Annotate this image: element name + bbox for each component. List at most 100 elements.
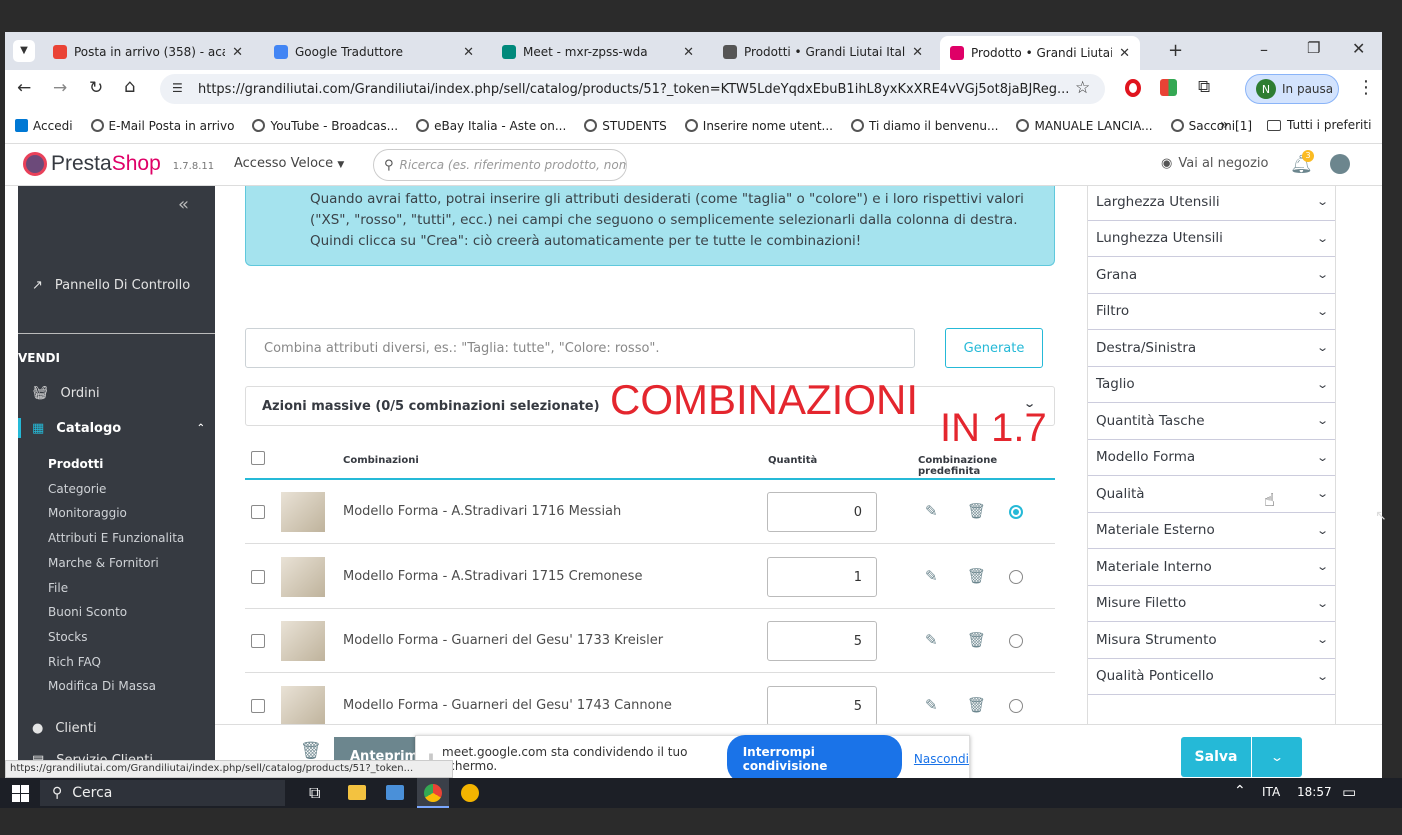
sidebar-subitem[interactable]: Prodotti	[48, 457, 103, 471]
pencil-icon[interactable]: ✎	[925, 631, 938, 649]
trash-icon[interactable]: 🗑︎	[967, 631, 986, 649]
bookmark-item[interactable]: Sacconi[1]	[1170, 119, 1252, 133]
puzzle-icon[interactable]: ⧉	[1198, 77, 1210, 97]
feature-dropdown[interactable]: Materiale Esterno ⌄	[1088, 513, 1335, 549]
opera-extension-icon[interactable]	[1125, 79, 1141, 97]
sidebar-subitem[interactable]: Monitoraggio	[48, 506, 127, 520]
forward-icon[interactable]: →	[53, 78, 67, 98]
save-options-dropdown[interactable]: ⌄	[1252, 737, 1302, 777]
site-info-icon[interactable]: ☰	[172, 81, 183, 95]
bookmark-item[interactable]: YouTube - Broadcas...	[252, 119, 398, 133]
tab-4[interactable]: Prodotti • Grandi Liutai Italia ✕	[713, 38, 933, 66]
feature-dropdown[interactable]: Grana ⌄	[1088, 257, 1335, 294]
feature-dropdown[interactable]: Quantità Tasche ⌄	[1088, 403, 1335, 440]
row-checkbox[interactable]	[251, 634, 265, 648]
bookmark-item[interactable]: Accedi	[15, 119, 73, 133]
chrome-icon[interactable]	[417, 778, 449, 808]
feature-dropdown[interactable]: Qualità Ponticello ⌄	[1088, 659, 1335, 695]
row-checkbox[interactable]	[251, 698, 265, 713]
sidebar-subitem[interactable]: Categorie	[48, 482, 106, 496]
tab-search-button[interactable]: ▼	[13, 40, 35, 62]
monitor-icon[interactable]	[386, 785, 404, 800]
home-icon[interactable]: ⌂	[124, 76, 135, 97]
app-icon[interactable]	[461, 784, 479, 802]
trash-icon[interactable]: 🗑︎	[300, 741, 322, 761]
tray-chevron-icon[interactable]: ⌃	[1234, 783, 1246, 799]
pencil-icon[interactable]: ✎	[925, 567, 938, 585]
attribute-combine-input[interactable]: Combina attributi diversi, es.: "Taglia:…	[245, 328, 915, 368]
quick-access-dropdown[interactable]: Accesso Veloce ▼	[234, 156, 344, 171]
default-radio[interactable]	[1009, 634, 1023, 648]
menu-icon[interactable]: ⋮	[1357, 77, 1375, 98]
account-icon[interactable]	[1330, 154, 1350, 174]
sidebar-subitem[interactable]: Modifica Di Massa	[48, 679, 156, 693]
sidebar-subitem[interactable]: Stocks	[48, 630, 87, 644]
close-window-button[interactable]: ✕	[1352, 39, 1365, 58]
task-view-icon[interactable]: ⧉	[309, 783, 320, 803]
bookmark-item[interactable]: STUDENTS	[584, 119, 667, 133]
pencil-icon[interactable]: ✎	[925, 696, 938, 714]
feature-dropdown[interactable]: Modello Forma ⌄	[1088, 440, 1335, 476]
bookmark-item[interactable]: MANUALE LANCIA...	[1016, 119, 1153, 133]
hide-link[interactable]: Nascondi	[914, 752, 969, 766]
feature-dropdown[interactable]: Taglio ⌄	[1088, 367, 1335, 403]
header-search[interactable]: ⚲ Ricerca (es. riferimento prodotto, nom	[373, 149, 627, 181]
row-checkbox[interactable]	[251, 505, 265, 519]
file-explorer-icon[interactable]	[348, 785, 366, 800]
feature-dropdown[interactable]: Misura Strumento ⌄	[1088, 622, 1335, 659]
select-all-checkbox[interactable]	[251, 451, 265, 465]
sidebar-subitem[interactable]: Attributi E Funzionalita	[48, 531, 184, 545]
close-tab-icon[interactable]: ✕	[1119, 46, 1130, 61]
sidebar-item-dashboard[interactable]: ↗ Pannello Di Controllo	[18, 278, 215, 293]
tab-3[interactable]: Meet - mxr-zpss-wda ✕	[492, 38, 704, 66]
language-indicator[interactable]: ITA	[1262, 785, 1280, 799]
back-icon[interactable]: ←	[17, 78, 31, 98]
reload-icon[interactable]: ↻	[89, 78, 103, 98]
sidebar-subitem[interactable]: Rich FAQ	[48, 655, 101, 669]
sidebar-item-catalog[interactable]: ▦ Catalogo ⌃	[18, 418, 215, 438]
stop-sharing-button[interactable]: Interrompi condivisione	[726, 735, 902, 778]
default-radio[interactable]	[1009, 698, 1023, 713]
quantity-input[interactable]: 5	[767, 685, 877, 726]
sidebar-subitem[interactable]: Marche & Fornitori	[48, 556, 159, 570]
feature-dropdown[interactable]: Misure Filetto ⌄	[1088, 586, 1335, 622]
profile-button[interactable]: N In pausa	[1245, 74, 1339, 104]
quantity-input[interactable]: 1	[767, 556, 877, 597]
clock[interactable]: 18:57	[1297, 785, 1332, 799]
close-tab-icon[interactable]: ✕	[683, 45, 694, 60]
tab-2[interactable]: Google Traduttore ✕	[264, 38, 484, 66]
extension-icon[interactable]	[1160, 79, 1177, 96]
default-radio[interactable]	[1009, 569, 1023, 584]
feature-dropdown[interactable]: Qualità ⌄	[1088, 476, 1335, 513]
bookmark-item[interactable]: Inserire nome utent...	[684, 119, 833, 133]
close-tab-icon[interactable]: ✕	[463, 45, 474, 60]
close-tab-icon[interactable]: ✕	[912, 45, 923, 60]
feature-dropdown[interactable]: Destra/Sinistra ⌄	[1088, 330, 1335, 367]
tab-1[interactable]: Posta in arrivo (358) - acade ✕	[43, 38, 253, 66]
all-bookmarks[interactable]: Tutti i preferiti	[1267, 118, 1371, 132]
sidebar-item-customers[interactable]: ● Clienti	[18, 721, 215, 736]
feature-dropdown[interactable]: Filtro ⌄	[1088, 294, 1335, 330]
url-input[interactable]: https://grandiliutai.com/Grandiliutai/in…	[160, 74, 1105, 104]
sidebar-item-orders[interactable]: 🧺︎ Ordini	[18, 386, 215, 401]
notifications-bell[interactable]: 🔔︎ 3	[1290, 150, 1314, 175]
more-bookmarks-icon[interactable]: »	[1220, 117, 1229, 133]
windows-start-icon[interactable]	[12, 785, 29, 802]
tab-5[interactable]: Prodotto • Grandi Liutai Italia ✕	[940, 36, 1140, 70]
feature-dropdown[interactable]: Larghezza Utensili ⌄	[1088, 184, 1335, 221]
close-tab-icon[interactable]: ✕	[232, 45, 243, 60]
prestashop-logo[interactable]: Presta Shop 1.7.8.11	[23, 152, 214, 176]
pencil-icon[interactable]: ✎	[925, 502, 938, 520]
feature-dropdown[interactable]: Lunghezza Utensili ⌄	[1088, 221, 1335, 257]
star-icon[interactable]: ☆	[1075, 78, 1090, 98]
trash-icon[interactable]: 🗑︎	[967, 696, 986, 714]
collapse-sidebar-icon[interactable]: «	[178, 194, 189, 215]
sidebar-subitem[interactable]: File	[48, 581, 68, 595]
feature-dropdown[interactable]: Materiale Interno ⌄	[1088, 549, 1335, 586]
view-store-link[interactable]: ◉ Vai al negozio	[1161, 156, 1268, 171]
maximize-button[interactable]: ❐	[1307, 39, 1320, 57]
notifications-icon[interactable]: ▭	[1342, 783, 1356, 801]
default-radio[interactable]	[1009, 505, 1023, 519]
bookmark-item[interactable]: eBay Italia - Aste on...	[416, 119, 566, 133]
sidebar-subitem[interactable]: Buoni Sconto	[48, 605, 127, 619]
